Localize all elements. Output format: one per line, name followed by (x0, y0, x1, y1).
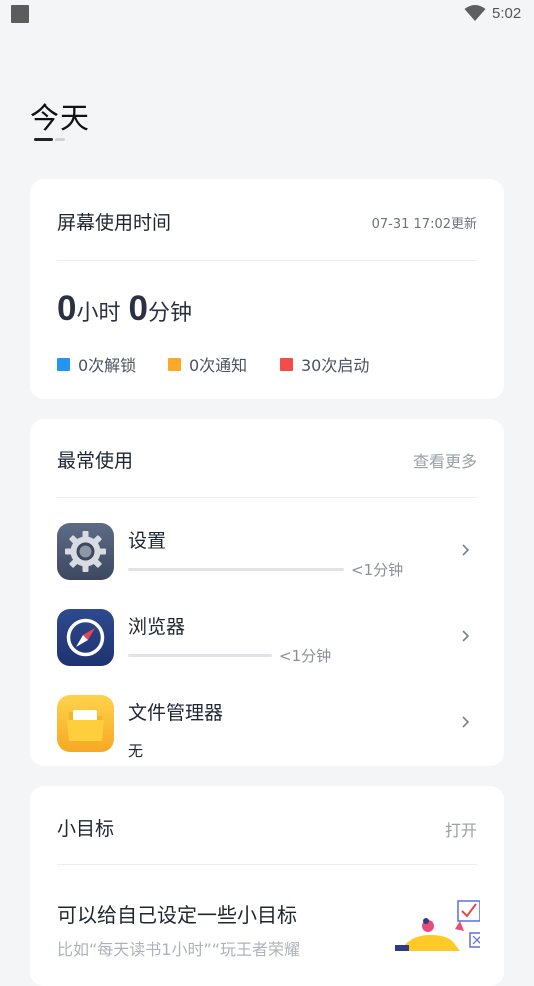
legend-notifications: 0次通知 (168, 352, 247, 376)
usage-bar (128, 654, 272, 657)
status-time: 5:02 (492, 5, 522, 22)
page-title: 今天 (30, 101, 91, 135)
app-row-file-manager[interactable]: 文件管理器 无 (57, 695, 477, 760)
notifications-color-swatch (168, 357, 181, 371)
usage-bar (128, 568, 344, 571)
browser-compass-icon (57, 609, 114, 666)
goals-headline: 可以给自己设定一些小目标 (57, 903, 297, 927)
minutes-value: 0 (128, 289, 148, 328)
status-bar: 5:02 (0, 0, 534, 30)
folder-icon (57, 695, 114, 752)
minutes-unit: 分钟 (147, 301, 192, 326)
launches-color-swatch (280, 357, 293, 371)
app-name: 浏览器 (128, 616, 186, 638)
app-row-settings[interactable]: 设置 <1分钟 (57, 523, 477, 581)
wifi-icon (464, 5, 486, 21)
most-used-title: 最常使用 (57, 450, 134, 472)
goals-card: 小目标 打开 可以给自己设定一些小目标 比如“每天读书1小时”“玩王者荣耀 (30, 786, 504, 986)
title-indicator (34, 138, 53, 141)
updated-timestamp: 07-31 17:02更新 (371, 217, 477, 232)
launches-label: 30次启动 (301, 356, 370, 375)
goals-illustration-icon (395, 900, 480, 951)
chevron-right-icon (462, 716, 470, 728)
open-goals-button[interactable]: 打开 (445, 817, 477, 841)
hours-value: 0 (57, 289, 77, 328)
title-indicator-inactive (55, 138, 65, 141)
app-name: 设置 (128, 530, 167, 552)
chevron-right-icon (462, 544, 470, 556)
divider (57, 260, 477, 261)
app-duration: 无 (128, 742, 144, 760)
usage-time: 0小时 0分钟 (57, 289, 200, 329)
divider (57, 497, 477, 498)
view-more-link[interactable]: 查看更多 (413, 448, 477, 472)
app-row-browser[interactable]: 浏览器 <1分钟 (57, 609, 477, 667)
settings-gear-icon (57, 523, 114, 580)
goals-title: 小目标 (57, 818, 115, 840)
legend-launches: 30次启动 (280, 352, 369, 376)
notifications-label: 0次通知 (189, 356, 248, 375)
app-name: 文件管理器 (128, 702, 224, 724)
unlocks-color-swatch (57, 357, 70, 371)
divider (57, 864, 477, 865)
app-duration: <1分钟 (351, 561, 404, 579)
screen-time-card[interactable]: 屏幕使用时间 07-31 17:02更新 0小时 0分钟 0次解锁 0次通知 30… (30, 179, 504, 399)
notification-square-icon (11, 5, 29, 23)
chevron-right-icon (462, 630, 470, 642)
most-used-card: 最常使用 查看更多 设置 <1分钟 浏览器 <1分钟 文件管理器 无 (30, 419, 504, 766)
screen-time-title: 屏幕使用时间 (57, 212, 172, 234)
goals-subtext: 比如“每天读书1小时”“玩王者荣耀 (57, 940, 301, 959)
app-duration: <1分钟 (279, 647, 332, 665)
legend-unlocks: 0次解锁 (57, 352, 136, 376)
unlocks-label: 0次解锁 (78, 356, 137, 375)
hours-unit: 小时 (76, 301, 121, 326)
